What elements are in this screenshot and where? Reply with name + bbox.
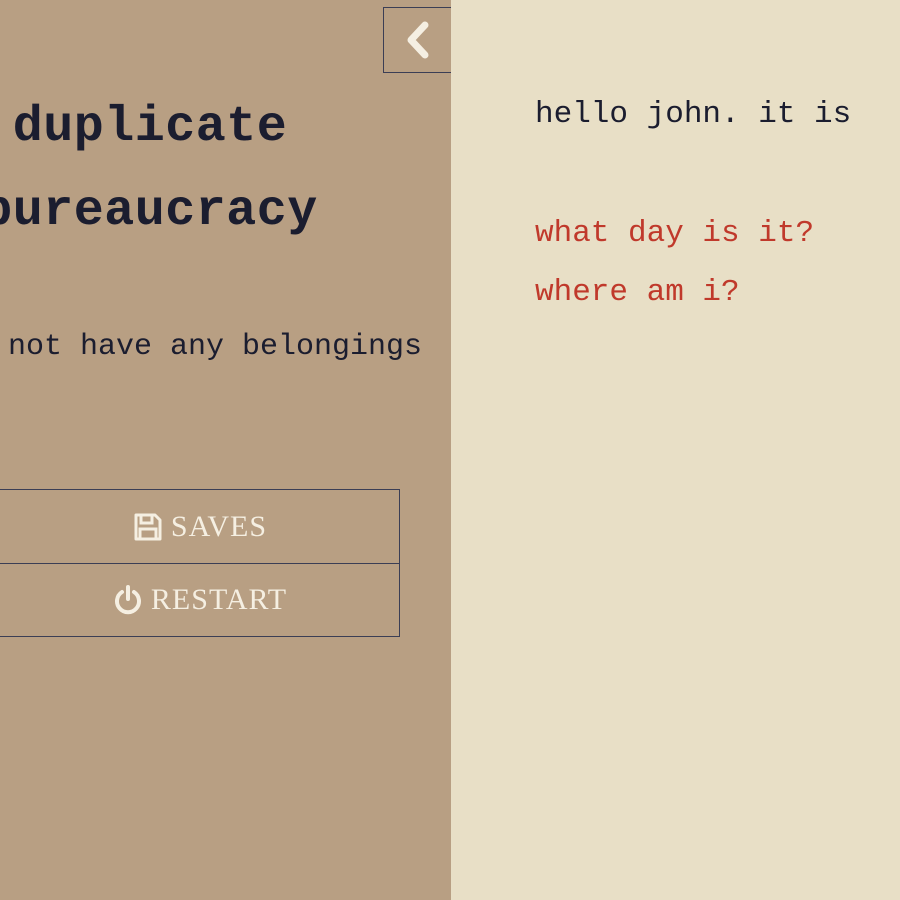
- game-title-line1: duplicate: [12, 99, 288, 156]
- chevron-left-icon: [405, 21, 431, 59]
- saves-label: SAVES: [170, 509, 268, 543]
- sidebar-menu: SAVES RESTART: [0, 489, 400, 637]
- collapse-sidebar-button[interactable]: [383, 7, 451, 73]
- power-icon: [113, 584, 143, 616]
- story-panel: hello john. it is what day is it? where …: [451, 0, 900, 900]
- floppy-disk-icon: [133, 512, 163, 542]
- game-title: duplicate bureaucracy: [0, 86, 450, 254]
- restart-button[interactable]: RESTART: [0, 563, 399, 636]
- sidebar: duplicate bureaucracy you do not have an…: [0, 0, 451, 900]
- game-title-line2: bureaucracy: [0, 183, 318, 240]
- saves-button[interactable]: SAVES: [0, 490, 399, 563]
- choice-link[interactable]: where am i?: [535, 273, 740, 313]
- restart-label: RESTART: [150, 583, 288, 616]
- choice-link[interactable]: what day is it?: [535, 214, 814, 254]
- story-text: hello john. it is: [535, 97, 852, 132]
- inventory-text: you do not have any belongings: [0, 330, 423, 364]
